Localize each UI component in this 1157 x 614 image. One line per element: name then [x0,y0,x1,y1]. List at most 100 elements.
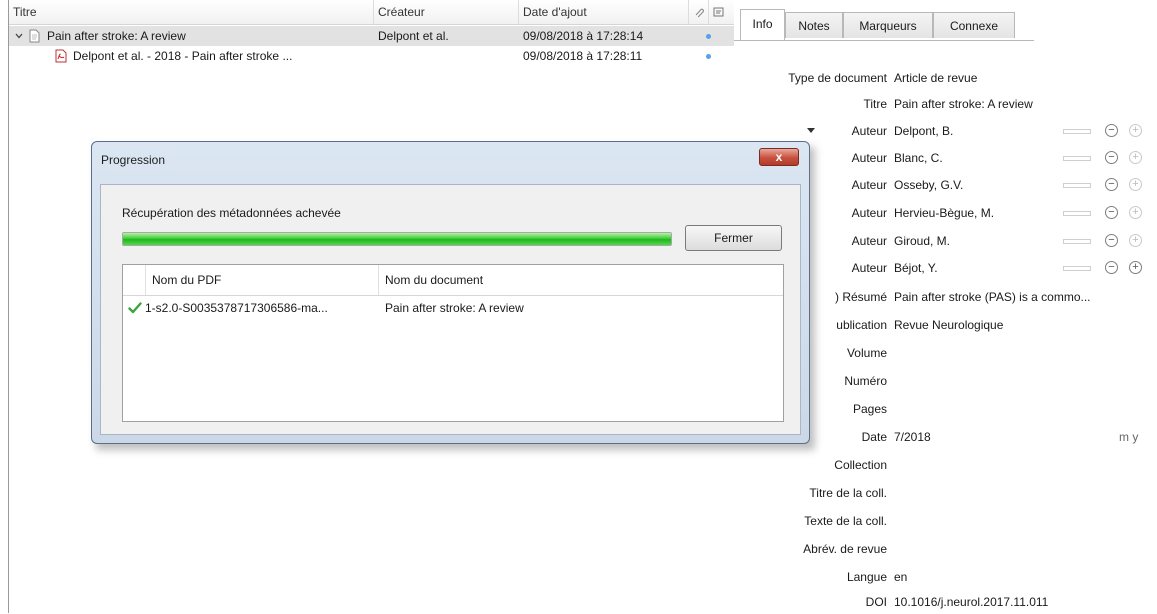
author-label[interactable]: Auteur [852,201,887,225]
add-author-icon[interactable]: + [1129,124,1142,137]
field-item-type: Type de document Article de revue [734,66,1157,90]
field-value[interactable]: en [894,565,907,589]
field-label: Abrév. de revue [803,542,887,556]
tab-related[interactable]: Connexe [933,12,1015,38]
author-mode-switch[interactable] [1063,266,1091,271]
field-label[interactable]: ) Résumé [835,285,887,309]
field-label: Collection [834,458,887,472]
column-creator[interactable]: Créateur [374,0,519,24]
author-mode-switch[interactable] [1063,129,1091,134]
field-series-text: Texte de la coll. [734,509,1157,533]
column-pdf-name[interactable]: Nom du PDF [145,265,379,295]
author-label[interactable]: Auteur [852,119,887,143]
tab-tags[interactable]: Marqueurs [843,12,933,38]
field-label: Type de document [788,71,887,85]
field-value[interactable]: 7/2018 [894,425,931,449]
field-label: Titre [863,97,887,111]
document-icon [29,29,40,43]
add-author-icon[interactable]: + [1129,151,1142,164]
attachment-date-added: 09/08/2018 à 17:28:11 [523,49,643,63]
author-label[interactable]: Auteur [852,173,887,197]
column-date-added[interactable]: Date d'ajout [519,0,689,24]
item-row-attachment[interactable]: Delpont et al. - 2018 - Pain after strok… [9,46,735,66]
author-name[interactable]: Delpont, B. [894,119,953,143]
remove-author-icon[interactable]: − [1105,234,1118,247]
remove-author-icon[interactable]: − [1105,124,1118,137]
attachment-title: Delpont et al. - 2018 - Pain after strok… [73,49,293,63]
remove-author-icon[interactable]: − [1105,261,1118,274]
author-label[interactable]: Auteur [852,146,887,170]
item-row-parent[interactable]: Pain after stroke: A review Delpont et a… [9,26,735,46]
field-label: ublication [836,318,887,332]
dialog-body: Récupération des métadonnées achevée Fer… [100,184,801,435]
author-mode-switch[interactable] [1063,211,1091,216]
remove-author-icon[interactable]: − [1105,151,1118,164]
notes-column-icon[interactable] [709,0,735,24]
add-author-icon[interactable]: + [1129,261,1142,274]
tab-info[interactable]: Info [740,9,785,40]
date-format-indicator: m y [1119,430,1139,444]
field-value[interactable]: Revue Neurologique [894,313,1003,337]
field-value[interactable]: Pain after stroke (PAS) is a commo... [894,285,1091,309]
author-mode-switch[interactable] [1063,183,1091,188]
pdf-icon [55,49,67,63]
info-tabbar: Info Notes Marqueurs Connexe [734,0,1034,41]
collapse-authors-icon[interactable] [807,128,815,133]
table-row[interactable]: 1-s2.0-S0035378717306586-ma... Pain afte… [123,298,783,318]
author-name[interactable]: Hervieu-Bègue, M. [894,201,994,225]
progress-bar-fill [123,233,671,245]
field-label: Texte de la coll. [804,514,887,528]
item-date-added: 09/08/2018 à 17:28:14 [523,29,644,43]
author-name[interactable]: Blanc, C. [894,146,943,170]
checkmark-icon [128,302,142,314]
unread-dot-icon [706,54,711,59]
item-creator: Delpont et al. [378,29,449,43]
field-doi: DOI 10.1016/j.neurol.2017.11.011 [734,590,1157,614]
progress-bar [122,232,672,246]
field-label: Volume [846,346,887,360]
result-pdf-name: 1-s2.0-S0035378717306586-ma... [145,301,328,315]
field-label: Numéro [844,374,887,388]
items-column-header: Titre Créateur Date d'ajout [9,0,735,25]
add-author-icon[interactable]: + [1129,234,1142,247]
author-name[interactable]: Osseby, G.V. [894,173,963,197]
remove-author-icon[interactable]: − [1105,178,1118,191]
author-mode-switch[interactable] [1063,156,1091,161]
add-author-icon[interactable]: + [1129,178,1142,191]
dialog-title: Progression [101,153,166,167]
field-journal-abbr: Abrév. de revue [734,537,1157,561]
field-value[interactable]: Pain after stroke: A review [894,92,1033,116]
author-row: Auteur Delpont, B. − + [734,119,1157,143]
close-icon[interactable]: x [759,148,799,166]
add-author-icon[interactable]: + [1129,206,1142,219]
field-value[interactable]: 10.1016/j.neurol.2017.11.011 [894,590,1048,614]
field-label: Langue [846,570,887,584]
field-language: Langue en [734,565,1157,589]
paperclip-icon[interactable] [689,0,709,24]
field-label: DOI [865,595,887,609]
field-value[interactable]: Article de revue [894,66,977,90]
field-label: Pages [852,402,887,416]
field-label: Date [861,430,887,444]
result-document-name: Pain after stroke: A review [385,301,524,315]
column-document-name[interactable]: Nom du document [379,265,783,295]
field-label: Titre de la coll. [809,486,887,500]
results-table: Nom du PDF Nom du document 1-s2.0-S00353… [122,264,784,422]
chevron-down-icon[interactable] [15,32,23,40]
results-header: Nom du PDF Nom du document [123,265,783,296]
close-button[interactable]: Fermer [685,225,782,251]
author-label[interactable]: Auteur [852,229,887,253]
remove-author-icon[interactable]: − [1105,206,1118,219]
author-label[interactable]: Auteur [852,256,887,280]
unread-dot-icon [706,34,711,39]
author-name[interactable]: Béjot, Y. [894,256,938,280]
author-name[interactable]: Giroud, M. [894,229,950,253]
column-title[interactable]: Titre [9,0,374,24]
tab-notes[interactable]: Notes [785,12,843,38]
field-series-title: Titre de la coll. [734,481,1157,505]
progress-dialog: Progression x Récupération des métadonné… [91,141,810,444]
field-title: Titre Pain after stroke: A review [734,92,1157,116]
progress-status-text: Récupération des métadonnées achevée [122,206,341,220]
author-mode-switch[interactable] [1063,239,1091,244]
field-series: Collection [734,453,1157,477]
